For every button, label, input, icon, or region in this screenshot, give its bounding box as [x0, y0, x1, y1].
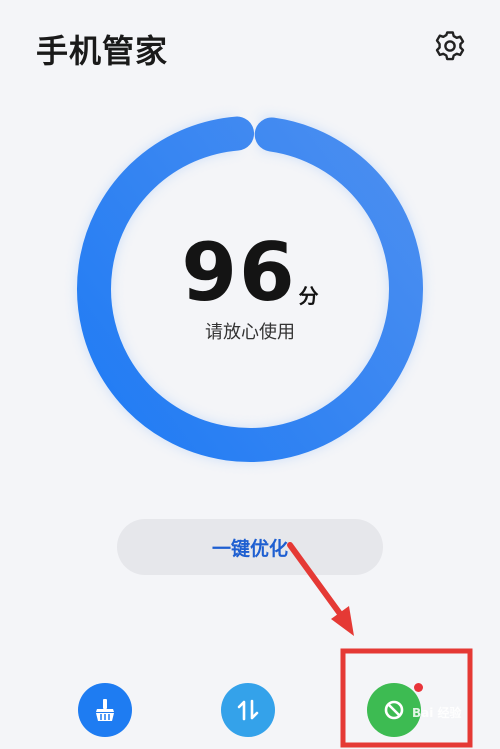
data-nav-button[interactable]: [221, 683, 275, 737]
status-text: 请放心使用: [205, 322, 295, 343]
score-unit: 分: [298, 284, 319, 308]
notification-badge: [414, 683, 423, 692]
broom-icon: [96, 699, 114, 721]
watermark: Bai 经验: [412, 706, 462, 720]
optimize-button[interactable]: 一键优化: [117, 519, 383, 575]
score-value: 96: [181, 226, 297, 319]
clean-nav-button[interactable]: [78, 683, 132, 737]
block-icon: [384, 700, 404, 720]
data-arrows-icon: [237, 699, 259, 721]
